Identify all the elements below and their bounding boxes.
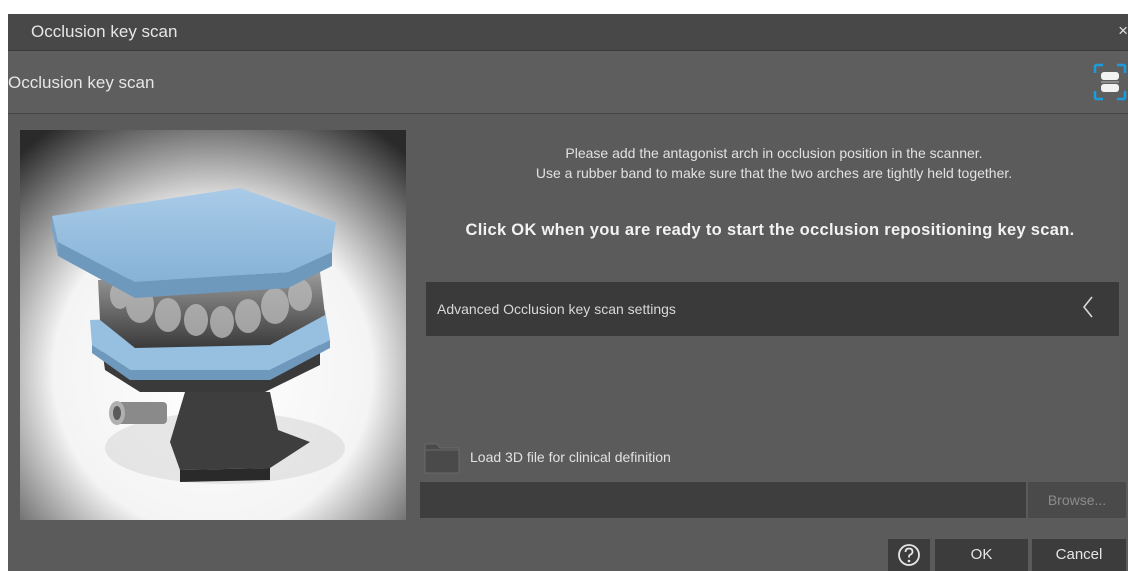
ok-button[interactable]: OK [935,539,1028,571]
help-icon [898,544,920,566]
help-button[interactable] [888,539,930,571]
window-title: Occlusion key scan [31,22,178,41]
load-3d-file-row: Load 3D file for clinical definition [424,440,824,474]
file-path-input[interactable] [420,482,1026,518]
instruction-line-1: Please add the antagonist arch in occlus… [565,145,983,161]
advanced-settings-label: Advanced Occlusion key scan settings [437,301,676,317]
ok-instruction: Click OK when you are ready to start the… [465,221,1075,239]
instructions-text: Please add the antagonist arch in occlus… [420,143,1128,183]
folder-icon[interactable] [424,440,460,474]
close-button[interactable]: × [1112,22,1128,40]
chevron-left-icon[interactable] [1081,293,1095,328]
instruction-line-2: Use a rubber band to make sure that the … [535,165,1013,181]
occlusion-scan-icon [1092,62,1128,102]
articulator-model-image [20,130,406,520]
step-title: Occlusion key scan [8,73,155,92]
browse-button[interactable]: Browse... [1028,482,1126,518]
occlusion-key-scan-dialog: Occlusion key scan × Occlusion key scan [8,14,1128,571]
step-header: Occlusion key scan [8,51,1128,114]
cancel-button[interactable]: Cancel [1032,539,1126,571]
load-3d-file-label: Load 3D file for clinical definition [470,449,671,465]
advanced-settings-expander[interactable]: Advanced Occlusion key scan settings [426,282,1119,336]
title-bar: Occlusion key scan × [8,14,1128,51]
